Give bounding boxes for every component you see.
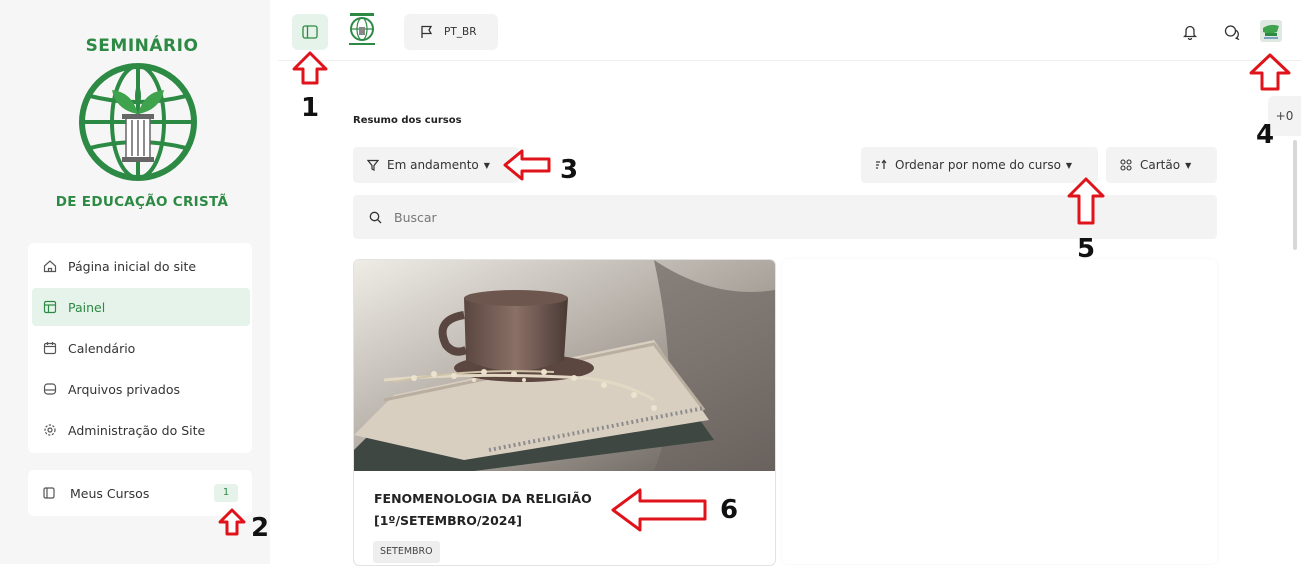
globe-logo-icon (79, 63, 197, 181)
sidebar-item-home[interactable]: Página inicial do site (32, 247, 250, 285)
annotation-arrow-up-icon (1067, 177, 1105, 225)
caret-down-icon: ▼ (483, 160, 490, 170)
sidebar-toggle-button[interactable] (292, 14, 328, 50)
logo-bottom-text: DE EDUCAÇÃO CRISTÃ (55, 194, 229, 210)
dashboard-icon (42, 299, 58, 315)
flag-icon (420, 25, 434, 39)
sidebar-item-label: Arquivos privados (68, 381, 181, 397)
course-category-tag: SETEMBRO (373, 541, 440, 563)
annotation-arrow-up-icon (1249, 53, 1291, 91)
course-image[interactable] (354, 260, 775, 471)
page-scrollbar[interactable] (1293, 140, 1297, 250)
sidebar-item-calendar[interactable]: Calendário (32, 329, 250, 367)
course-card[interactable]: FENOMENOLOGIA DA RELIGIÃO [1º/SETEMBRO/2… (353, 259, 776, 566)
annotation-number: 1 (301, 93, 320, 123)
annotation-arrow-up-icon (218, 508, 246, 536)
sort-label: Ordenar por nome do curso (895, 158, 1061, 172)
caret-down-icon: ▼ (1185, 160, 1192, 170)
view-mode-dropdown[interactable]: Cartão ▼ (1106, 147, 1217, 183)
site-logo[interactable]: SEMINÁRIO DE EDUCAÇÃO CRISTÃ (22, 30, 262, 220)
sort-icon (875, 159, 887, 171)
annotation-arrow-left-icon (503, 149, 551, 181)
caret-down-icon: ▼ (1065, 160, 1073, 170)
filter-icon (367, 159, 379, 171)
annotation-number: 4 (1256, 120, 1275, 150)
grid-icon (1120, 159, 1132, 171)
view-mode-label: Cartão (1140, 158, 1181, 172)
notifications-button[interactable] (1180, 22, 1200, 42)
sidebar-item-label: Página inicial do site (68, 258, 197, 274)
logo-top-text: SEMINÁRIO (85, 36, 199, 56)
home-icon (42, 258, 58, 274)
sidebar-item-private-files[interactable]: Arquivos privados (32, 370, 250, 408)
sidebar-item-site-admin[interactable]: Administração do Site (32, 411, 250, 449)
annotation-number: 2 (251, 513, 270, 543)
top-navigation-bar: PT_BR (278, 0, 1301, 61)
sidebar-item-label: Painel (68, 299, 106, 315)
user-avatar[interactable] (1260, 20, 1282, 42)
annotation-arrow-left-icon (611, 488, 707, 532)
section-title: Resumo dos cursos (353, 115, 462, 126)
annotation-number: 6 (720, 495, 739, 525)
annotation-number: 5 (1077, 234, 1096, 264)
my-courses-label: Meus Cursos (70, 485, 150, 501)
language-label: PT_BR (444, 26, 477, 38)
drive-icon (42, 381, 58, 397)
course-filter-dropdown[interactable]: Em andamento ▼ (353, 147, 519, 183)
language-selector-button[interactable]: PT_BR (404, 14, 498, 50)
sort-dropdown[interactable]: Ordenar por nome do curso ▼ (861, 147, 1098, 183)
sidebar-item-label: Calendário (68, 340, 136, 356)
my-courses-count-badge: 1 (214, 484, 238, 502)
sidebar-item-dashboard[interactable]: Painel (32, 288, 250, 326)
avatar-image-icon (1260, 20, 1282, 42)
bell-icon (1183, 25, 1197, 40)
small-site-logo-icon[interactable] (344, 12, 380, 48)
filter-label: Em andamento (387, 158, 479, 172)
sidebar-toggle-icon (302, 25, 318, 39)
primary-navigation: Página inicial do site Painel Calendário… (28, 243, 252, 453)
sidebar: SEMINÁRIO DE EDUCAÇÃO CRISTÃ Página inic (0, 0, 270, 564)
messages-button[interactable] (1222, 22, 1242, 42)
annotation-number: 3 (560, 155, 579, 185)
chat-bubbles-icon (1224, 25, 1240, 40)
search-input[interactable] (392, 208, 1096, 226)
gear-icon (42, 422, 58, 438)
sidebar-item-label: Administração do Site (68, 422, 206, 438)
annotation-arrow-up-icon (292, 51, 328, 85)
empty-card-area (782, 259, 1217, 564)
search-icon (369, 211, 382, 224)
calendar-icon (42, 340, 58, 356)
courses-icon (42, 485, 58, 501)
